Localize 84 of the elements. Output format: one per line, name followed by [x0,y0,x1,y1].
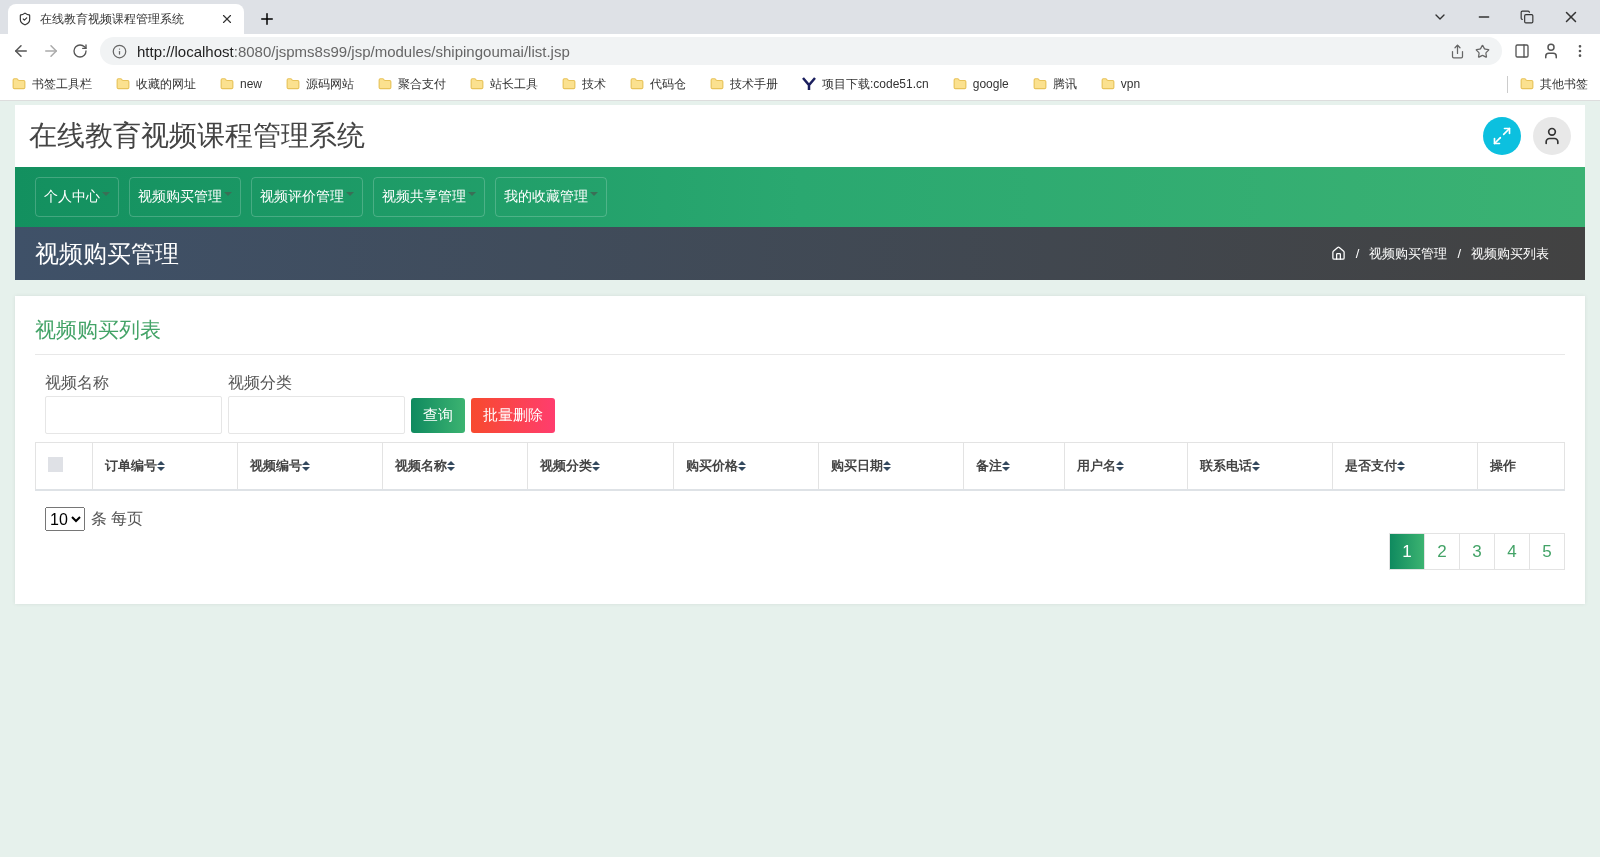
sort-icon[interactable] [1001,461,1010,471]
user-icon [1542,126,1562,146]
column-header[interactable]: 备注 [963,442,1065,490]
bookmark-star-icon[interactable] [1475,43,1490,59]
card-title: 视频购买列表 [35,312,1565,355]
sort-icon[interactable] [1251,461,1260,471]
input-field[interactable] [228,396,405,434]
back-icon[interactable] [12,42,30,60]
home-icon[interactable] [1330,246,1346,261]
bookmark-item[interactable]: google [952,77,1009,91]
bookmark-item[interactable]: new [220,77,262,91]
column-header[interactable]: 视频名称 [382,442,528,490]
folder-icon [1100,77,1115,91]
expand-icon [1492,126,1512,146]
nav-menu-button[interactable]: 视频购买管理 [129,177,241,217]
column-header[interactable]: 联系电话 [1187,442,1333,490]
address-bar[interactable]: http://localhost:8080/jspms8s99/jsp/modules/shipingoumai/list.jsp [100,37,1502,65]
input-field[interactable] [45,396,222,434]
column-header[interactable]: 用户名 [1064,442,1188,490]
folder-icon [1520,77,1534,91]
bookmark-item[interactable]: 收藏的网址 [116,75,196,93]
bookmark-item[interactable]: 其他书签 [1507,75,1588,93]
breadcrumb-item: 视频购买列表 [1471,244,1549,263]
bookmark-item[interactable]: 书签工具栏 [12,75,92,93]
site-title: 在线教育视频课程管理系统 [29,119,366,153]
folder-icon [470,77,484,91]
folder-icon [220,77,234,91]
page-size-label: 条 每页 [91,508,144,529]
folder-icon [562,77,576,91]
folder-icon [286,77,300,91]
sort-icon[interactable] [1396,461,1405,471]
folder-icon [1032,77,1047,91]
bookmark-item[interactable]: 项目下载:code51.cn [802,75,929,93]
bookmark-item[interactable]: 站长工具 [470,75,538,93]
folder-icon [116,77,130,91]
new-tab-icon[interactable] [258,10,276,28]
sort-icon[interactable] [302,461,311,471]
sort-icon[interactable] [157,461,165,471]
search-button[interactable]: 查询 [411,398,465,433]
column-header[interactable]: 购买日期 [818,442,964,490]
page-size-select[interactable]: 10 [45,507,85,531]
sort-icon[interactable] [882,461,891,471]
field-label: 视频分类 [228,373,293,393]
bookmark-item[interactable]: 源码网站 [286,75,354,93]
sort-icon[interactable] [1115,461,1124,471]
column-header[interactable]: 购买价格 [673,442,819,490]
column-header: 操作 [1477,442,1565,490]
bookmark-item[interactable]: vpn [1100,77,1141,91]
bookmark-item[interactable]: 代码仓 [630,75,686,93]
sort-icon[interactable] [447,461,456,471]
column-header[interactable]: 是否支付 [1332,442,1478,490]
bookmark-item[interactable]: 技术 [562,75,606,93]
folder-icon [12,77,26,91]
breadcrumb-separator: / [1355,246,1360,261]
column-header[interactable]: 视频分类 [527,442,674,490]
nav-menu-button[interactable]: 视频评价管理 [251,177,363,217]
sort-icon[interactable] [592,461,601,471]
user-button[interactable] [1533,117,1571,155]
nav-menu-button[interactable]: 个人中心 [35,177,119,217]
bookmark-item[interactable]: 聚合支付 [378,75,446,93]
breadcrumb-item[interactable]: 视频购买管理 [1369,244,1448,263]
bookmark-item[interactable]: 腾讯 [1032,75,1077,93]
reload-icon[interactable] [72,43,88,59]
browser-tab[interactable]: 在线教育视频课程管理系统 [8,4,244,34]
bookmark-item[interactable]: 技术手册 [710,75,778,93]
folder-icon [630,77,644,91]
breadcrumb-separator: / [1457,246,1461,261]
column-header[interactable]: 视频编号 [237,442,383,490]
folder-icon [378,77,392,91]
site-icon [18,12,32,26]
close-icon[interactable] [220,12,234,26]
folder-icon [710,77,724,91]
site-logo-icon [802,77,816,91]
sort-icon[interactable] [737,461,746,471]
info-icon [112,43,127,59]
side-panel-icon[interactable] [1514,43,1530,59]
page-title: 视频购买管理 [35,238,180,269]
checkbox[interactable] [48,457,63,472]
column-header[interactable]: 订单编号 [92,442,238,490]
restore-icon[interactable] [1520,10,1534,24]
share-icon[interactable] [1450,43,1465,59]
folder-icon [952,77,967,91]
field-label: 视频名称 [45,373,110,393]
profile-icon[interactable] [1542,42,1560,60]
